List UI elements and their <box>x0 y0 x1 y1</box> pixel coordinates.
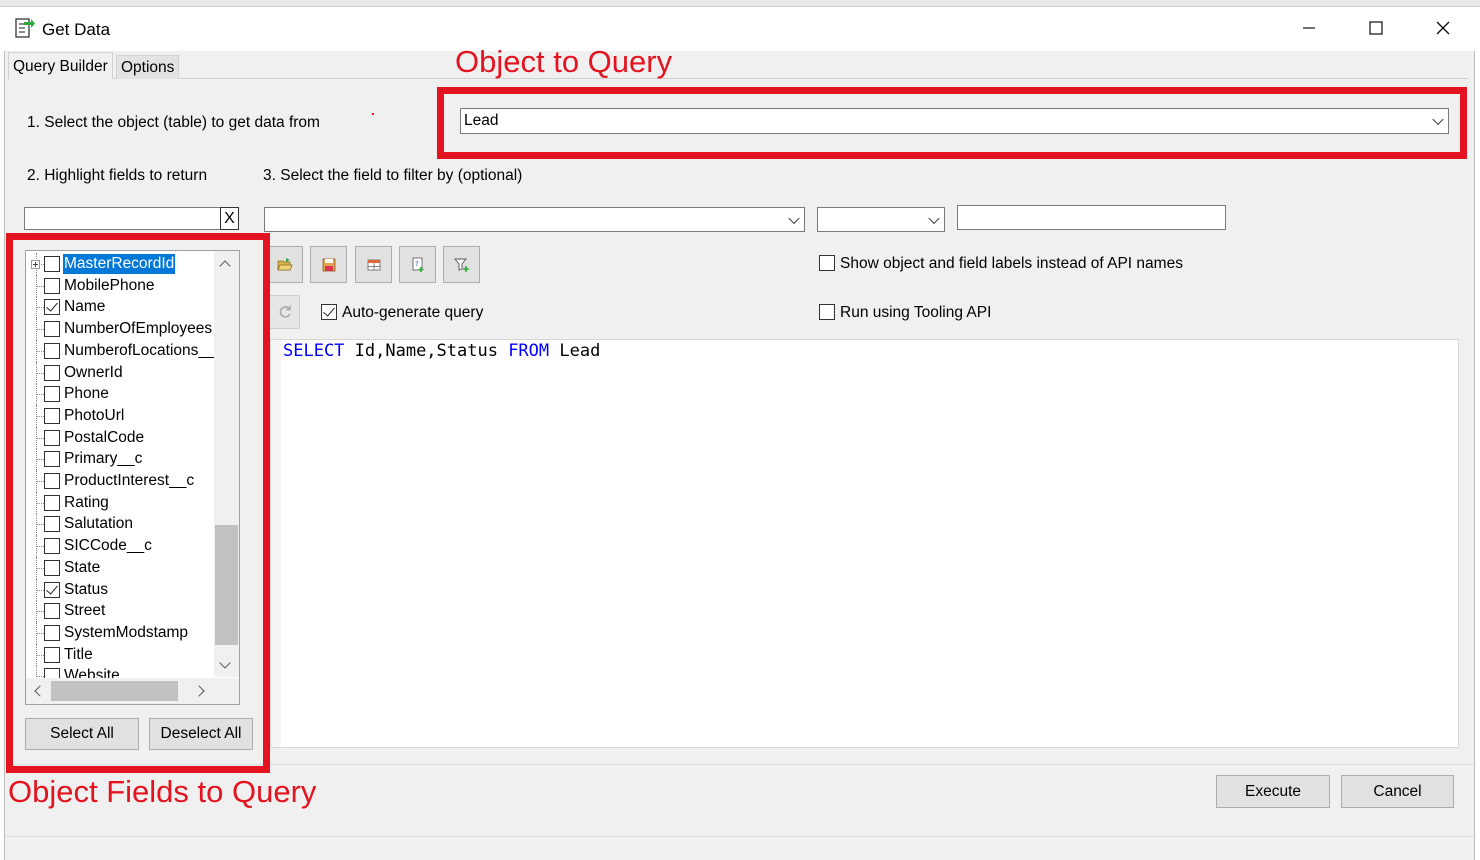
tooling-api-label: Run using Tooling API <box>840 304 992 321</box>
minimize-icon <box>1303 27 1315 29</box>
filter-value-input[interactable] <box>957 205 1226 230</box>
tab-query-builder[interactable]: Query Builder <box>8 52 113 79</box>
open-query-icon <box>276 257 293 270</box>
svg-text:?: ? <box>415 260 419 268</box>
step3-label: 3. Select the field to filter by (option… <box>263 167 523 184</box>
query-table-button[interactable] <box>355 246 392 283</box>
sql-from-keyword: FROM <box>508 341 550 361</box>
status-bar <box>5 837 1474 860</box>
auto-generate-checkbox[interactable] <box>320 303 338 321</box>
filter-operator-select[interactable] <box>817 207 945 232</box>
refresh-query-button[interactable] <box>269 295 300 329</box>
add-query-icon: ? <box>412 257 423 272</box>
window-border-left <box>4 51 5 860</box>
close-icon <box>1436 21 1450 35</box>
sql-select-keyword: SELECT <box>283 341 345 361</box>
sql-object: Lead <box>549 341 601 361</box>
show-labels-label: Show object and field labels instead of … <box>840 255 1183 272</box>
maximize-button[interactable] <box>1353 12 1399 44</box>
object-to-query-annotation: Object to Query <box>455 44 673 79</box>
tab-options[interactable]: Options <box>116 55 180 79</box>
save-query-icon <box>322 258 335 271</box>
maximize-icon <box>1369 21 1383 35</box>
cancel-button[interactable]: Cancel <box>1341 775 1454 808</box>
field-search-input[interactable] <box>24 207 221 230</box>
background-strip <box>0 0 1480 7</box>
chevron-down-icon <box>928 212 940 224</box>
step1-label: 1. Select the object (table) to get data… <box>27 114 320 131</box>
window-title: Get Data <box>42 20 111 39</box>
save-query-button[interactable] <box>310 246 347 283</box>
auto-generate-check-mark <box>321 304 337 320</box>
query-editor-gutter <box>271 340 281 747</box>
tab-strip-line <box>8 78 1468 79</box>
window-border-right <box>1474 51 1475 860</box>
step2-label: 2. Highlight fields to return <box>27 167 208 184</box>
add-query-button[interactable]: ? <box>399 246 436 283</box>
show-labels-checkbox[interactable] <box>818 254 836 272</box>
add-filter-button[interactable] <box>443 246 480 283</box>
object-fields-annotation: Object Fields to Query <box>8 774 317 809</box>
query-editor[interactable] <box>270 339 1459 748</box>
tooling-api-checkbox[interactable] <box>818 303 836 321</box>
add-filter-icon <box>453 258 469 272</box>
refresh-icon <box>279 305 291 318</box>
title-bar[interactable]: Get Data <box>0 7 1480 51</box>
query-table-icon <box>367 259 380 270</box>
query-text[interactable]: SELECT Id,Name,Status FROM Lead <box>283 341 600 361</box>
open-query-button[interactable] <box>266 246 303 283</box>
auto-generate-label: Auto-generate query <box>342 304 484 321</box>
object-to-query-highlight <box>437 87 1467 159</box>
get-data-icon <box>15 18 35 38</box>
object-fields-highlight <box>6 233 270 773</box>
chevron-down-icon <box>788 212 800 224</box>
clear-search-button[interactable]: X <box>220 207 239 230</box>
filter-field-select[interactable] <box>264 207 805 232</box>
minimize-button[interactable] <box>1286 12 1332 44</box>
execute-button[interactable]: Execute <box>1216 775 1330 808</box>
close-button[interactable] <box>1420 12 1466 44</box>
sql-fields: Id,Name,Status <box>344 341 509 361</box>
red-dot <box>372 113 374 115</box>
